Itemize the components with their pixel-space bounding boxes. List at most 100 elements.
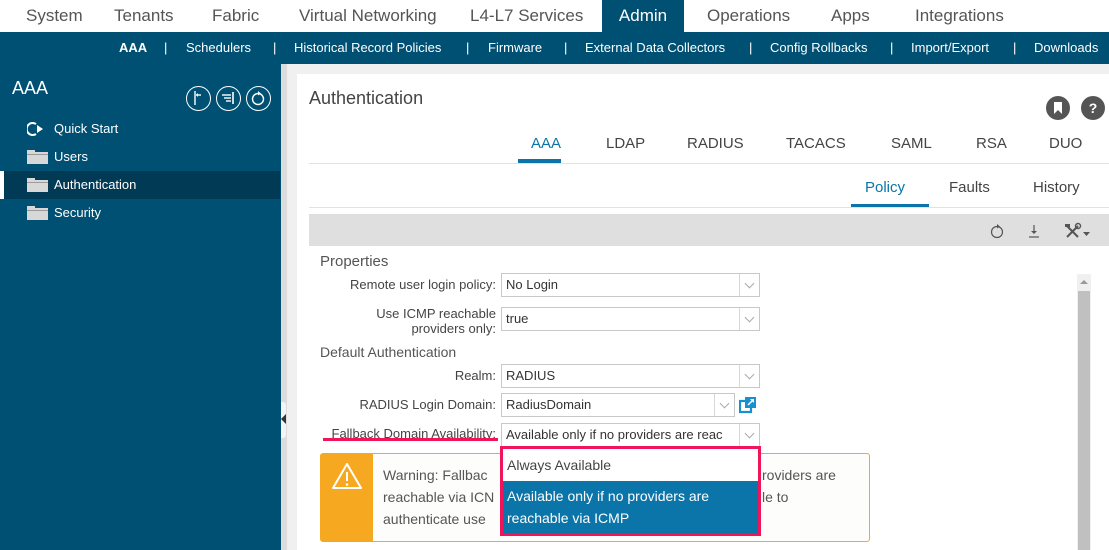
sub-nav-separator: | (164, 40, 168, 55)
filter-list-icon[interactable] (216, 86, 241, 111)
tab-rsa[interactable]: RSA (976, 135, 1007, 152)
sidebar-item-label: Users (54, 149, 88, 164)
icmp-label-line1: Use ICMP reachable (376, 306, 496, 321)
page-title: Authentication (309, 88, 424, 108)
svg-text:?: ? (1089, 100, 1098, 116)
download-icon[interactable] (1026, 222, 1042, 245)
scrollbar-thumb[interactable] (1078, 291, 1090, 550)
warning-side (321, 454, 373, 541)
fallback-label-highlight (323, 438, 498, 441)
sub-nav-separator: | (749, 40, 753, 55)
sidebar-item-label: Security (54, 205, 101, 220)
realm-select[interactable]: RADIUS (501, 364, 760, 388)
tools-icon[interactable] (1063, 222, 1093, 245)
top-nav-apps[interactable]: Apps (831, 0, 870, 32)
remote-login-select[interactable]: No Login (501, 273, 760, 297)
sub-nav-separator: | (564, 40, 568, 55)
radius-domain-label: RADIUS Login Domain: (359, 397, 496, 412)
chevron-down-icon[interactable] (739, 274, 759, 296)
tab-tacacs[interactable]: TACACS (786, 135, 846, 152)
sub-nav-aaa[interactable]: AAA (119, 32, 147, 64)
warning-line1-left: Warning: Fallbac (383, 467, 488, 483)
top-nav: System Tenants Fabric Virtual Networking… (0, 0, 1109, 32)
tab-ldap[interactable]: LDAP (606, 135, 645, 152)
sidebar-item-label: Quick Start (54, 121, 119, 136)
tabs-divider (309, 163, 1109, 164)
sidebar-item-users[interactable]: Users (0, 143, 280, 171)
chevron-down-icon[interactable] (739, 308, 759, 330)
quick-start-icon (25, 122, 48, 136)
sub-nav-historical-record-policies[interactable]: Historical Record Policies (294, 32, 441, 64)
open-external-icon[interactable] (738, 396, 757, 419)
icmp-select[interactable]: true (501, 307, 760, 331)
icmp-label-line2: providers only: (411, 321, 496, 336)
warning-line2-left: reachable via ICN (383, 489, 495, 505)
radius-domain-value: RadiusDomain (506, 397, 592, 412)
sub-nav-separator: | (273, 40, 277, 55)
tab-duo[interactable]: DUO (1049, 135, 1082, 152)
sub-nav-downloads[interactable]: Downloads (1034, 32, 1098, 64)
chevron-down-icon[interactable] (739, 365, 759, 387)
sidebar-item-authentication[interactable]: Authentication (0, 171, 280, 199)
subtab-faults[interactable]: Faults (949, 179, 990, 196)
sub-nav-import-export[interactable]: Import/Export (911, 32, 989, 64)
refresh-icon[interactable] (246, 86, 271, 111)
remote-login-value: No Login (506, 277, 559, 292)
vertical-scrollbar[interactable] (1077, 274, 1091, 550)
top-nav-virtual-networking[interactable]: Virtual Networking (299, 0, 437, 32)
dropdown-option-always-available[interactable]: Always Available (503, 449, 758, 481)
sub-nav-separator: | (890, 40, 894, 55)
dropdown-option-line2: reachable via ICMP (507, 510, 630, 526)
sub-nav-schedulers[interactable]: Schedulers (186, 32, 251, 64)
sub-nav-config-rollbacks[interactable]: Config Rollbacks (770, 32, 868, 64)
icmp-value: true (506, 311, 529, 326)
warning-line2-right: le to (762, 489, 789, 505)
radius-domain-select[interactable]: RadiusDomain (501, 393, 735, 417)
tab-aaa[interactable]: AAA (531, 135, 561, 152)
sidebar-item-quick-start[interactable]: Quick Start (0, 115, 280, 143)
sub-nav-separator: | (466, 40, 470, 55)
top-nav-l4-l7-services[interactable]: L4-L7 Services (470, 0, 583, 32)
top-nav-system[interactable]: System (26, 0, 83, 32)
dropdown-option-line1: Available only if no providers are (507, 488, 710, 504)
fallback-select[interactable]: Available only if no providers are reac (501, 423, 760, 447)
sidebar: AAA Quick Start Users Authentication Sec… (0, 64, 281, 550)
folder-icon (27, 178, 48, 192)
top-nav-fabric[interactable]: Fabric (212, 0, 259, 32)
chevron-down-icon[interactable] (714, 394, 734, 416)
sidebar-item-label: Authentication (54, 177, 137, 192)
properties-title: Properties (320, 253, 389, 270)
remote-login-label: Remote user login policy: (350, 277, 496, 292)
scroll-up-arrow-icon[interactable] (1080, 280, 1088, 284)
folder-icon (27, 150, 48, 164)
realm-label: Realm: (454, 368, 496, 383)
subtab-policy[interactable]: Policy (865, 179, 905, 196)
subtabs-divider (309, 207, 1109, 208)
collapse-arrow-icon (281, 414, 286, 424)
top-nav-operations[interactable]: Operations (707, 0, 790, 32)
fallback-dropdown-menu: Always Available Available only if no pr… (500, 446, 761, 536)
dropdown-option-available-if-no-icmp[interactable]: Available only if no providers are reach… (503, 481, 758, 533)
subtab-history[interactable]: History (1033, 179, 1080, 196)
sub-nav-external-data-collectors[interactable]: External Data Collectors (585, 32, 725, 64)
top-nav-tenants[interactable]: Tenants (114, 0, 174, 32)
warning-line1-right: roviders are (762, 467, 836, 483)
folder-icon (27, 206, 48, 220)
tab-saml[interactable]: SAML (891, 135, 932, 152)
default-auth-title: Default Authentication (320, 344, 457, 360)
sub-nav-firmware[interactable]: Firmware (488, 32, 542, 64)
bookmark-icon[interactable] (1046, 96, 1070, 120)
top-nav-admin[interactable]: Admin (602, 0, 684, 32)
sub-nav-separator: | (1013, 40, 1017, 55)
collapse-all-icon[interactable] (186, 86, 211, 111)
tab-radius[interactable]: RADIUS (687, 135, 744, 152)
refresh-icon[interactable] (989, 222, 1005, 245)
fallback-value: Available only if no providers are reac (506, 427, 723, 442)
sidebar-title: AAA (12, 78, 49, 98)
top-nav-integrations[interactable]: Integrations (915, 0, 1004, 32)
warning-line3-left: authenticate use (383, 511, 486, 527)
sidebar-item-security[interactable]: Security (0, 199, 280, 227)
sub-nav: AAA | Schedulers | Historical Record Pol… (0, 32, 1109, 64)
chevron-down-icon[interactable] (739, 424, 759, 446)
help-icon[interactable]: ? (1081, 96, 1105, 120)
